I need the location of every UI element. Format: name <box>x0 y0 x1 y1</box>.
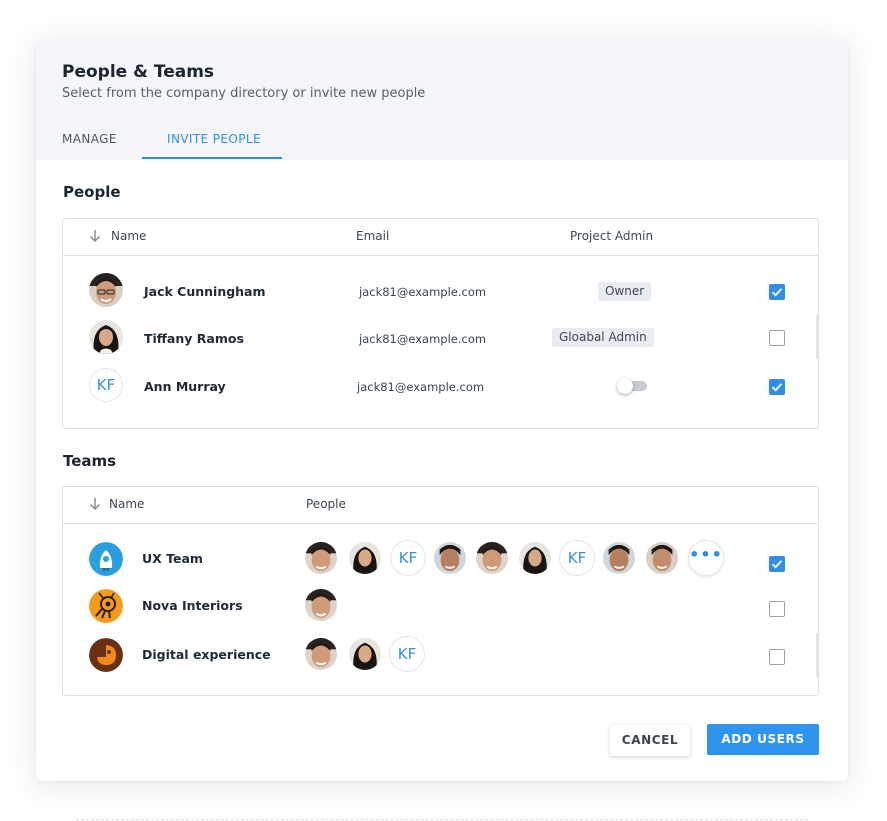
person-email: jack81@example.com <box>359 285 487 299</box>
member-avatar <box>303 636 339 672</box>
table-row[interactable]: Nova Interiors <box>63 587 818 634</box>
person-email: jack81@example.com <box>357 380 485 394</box>
check-icon <box>771 288 783 297</box>
admin-badge: Gloabal Admin <box>552 328 654 347</box>
avatar-initials: KF <box>89 368 123 402</box>
row-checkbox[interactable] <box>769 649 785 665</box>
person-name: Jack Cunningham <box>144 284 266 299</box>
member-avatar <box>474 540 510 576</box>
member-avatar <box>601 540 637 576</box>
row-checkbox[interactable] <box>769 556 785 572</box>
people-teams-dialog: People & Teams Select from the company d… <box>36 40 848 781</box>
column-header-name[interactable]: Name <box>111 229 146 243</box>
member-avatar-initials: KF <box>390 540 426 576</box>
team-name: UX Team <box>142 551 203 566</box>
admin-badge: Owner <box>598 282 652 301</box>
column-header-name[interactable]: Name <box>109 497 144 511</box>
team-avatar <box>89 589 123 623</box>
table-row[interactable]: UX Team KF KF ••• <box>63 540 818 586</box>
avatar <box>89 273 123 307</box>
column-header-people[interactable]: People <box>306 497 346 511</box>
dialog-subtitle: Select from the company directory or inv… <box>62 86 426 101</box>
row-checkbox[interactable] <box>769 601 785 617</box>
active-tab-indicator <box>142 157 282 159</box>
row-checkbox[interactable] <box>769 284 785 300</box>
member-avatar <box>347 540 383 576</box>
table-row[interactable]: Jack Cunningham jack81@example.com Owner <box>63 269 818 315</box>
table-row[interactable]: Tiffany Ramos jack81@example.com Gloabal… <box>63 316 818 362</box>
dialog-header: People & Teams Select from the company d… <box>36 40 848 160</box>
avatar <box>89 320 123 354</box>
teams-table-header: Name People <box>63 487 818 524</box>
table-row[interactable]: Digital experience KF <box>63 636 818 683</box>
team-name: Nova Interiors <box>142 598 243 613</box>
tab-manage[interactable]: MANAGE <box>62 132 117 146</box>
teams-section-title: Teams <box>63 452 117 470</box>
member-avatar-initials: KF <box>389 636 425 672</box>
member-avatar <box>517 540 553 576</box>
tab-invite-people[interactable]: INVITE PEOPLE <box>167 132 261 146</box>
member-avatar <box>644 540 680 576</box>
column-header-project-admin[interactable]: Project Admin <box>570 229 653 243</box>
member-avatar <box>432 540 468 576</box>
check-icon <box>771 383 783 392</box>
column-header-email[interactable]: Email <box>356 229 389 243</box>
sort-arrow-down-icon[interactable] <box>89 497 101 511</box>
divider <box>76 819 808 820</box>
row-checkbox[interactable] <box>769 330 785 346</box>
table-row[interactable]: KF Ann Murray jack81@example.com <box>63 364 818 410</box>
add-users-button[interactable]: ADD USERS <box>707 724 819 755</box>
toggle-knob <box>617 378 633 394</box>
teams-table: Name People UX Team KF KF ••• Nova Inter… <box>62 486 819 696</box>
people-table: Name Email Project Admin Jack Cunningham… <box>62 218 819 429</box>
cancel-button[interactable]: CANCEL <box>610 725 690 756</box>
person-email: jack81@example.com <box>359 332 487 346</box>
more-members-button[interactable]: ••• <box>688 540 724 576</box>
member-avatar-initials: KF <box>559 540 595 576</box>
team-avatar <box>89 542 123 576</box>
dialog-title: People & Teams <box>62 62 215 82</box>
check-icon <box>771 560 783 569</box>
team-name: Digital experience <box>142 647 271 662</box>
member-avatar <box>347 636 383 672</box>
sort-arrow-down-icon[interactable] <box>89 229 101 243</box>
people-table-header: Name Email Project Admin <box>63 219 818 256</box>
team-avatar <box>89 638 123 672</box>
project-admin-toggle[interactable] <box>617 378 649 394</box>
people-section-title: People <box>63 183 121 201</box>
person-name: Ann Murray <box>144 379 226 394</box>
member-avatar <box>303 540 339 576</box>
row-checkbox[interactable] <box>769 379 785 395</box>
person-name: Tiffany Ramos <box>144 331 244 346</box>
member-avatar <box>303 587 339 623</box>
